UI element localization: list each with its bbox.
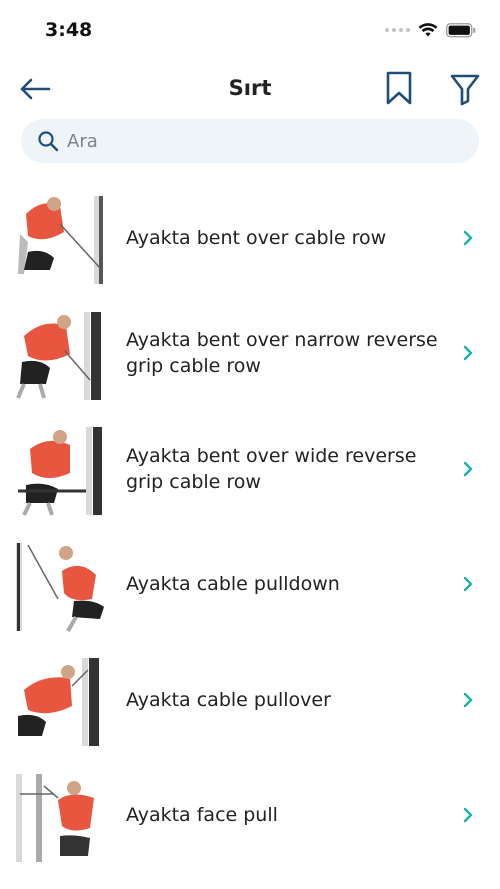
exercise-title: Ayakta bent over cable row — [126, 226, 387, 249]
search-bar[interactable] — [21, 119, 479, 163]
filter-button[interactable] — [449, 72, 481, 106]
exercise-thumbnail — [18, 427, 102, 516]
search-input[interactable] — [65, 129, 449, 153]
chevron-right-icon — [463, 346, 473, 361]
header: Sırt — [0, 66, 500, 112]
bookmark-icon — [386, 71, 412, 105]
bookmark-button[interactable] — [384, 70, 414, 106]
filter-icon — [450, 74, 480, 106]
exercise-thumbnail — [16, 773, 94, 862]
list-item[interactable]: Ayakta bent over narrow reverse grip cab… — [0, 296, 500, 412]
back-button[interactable] — [18, 73, 52, 105]
search-icon — [38, 131, 59, 152]
exercise-title: Ayakta cable pulldown — [126, 573, 340, 596]
list-item[interactable]: Ayakta bent over wide reverse grip cable… — [0, 411, 500, 527]
list-item[interactable]: Ayakta bent over cable row — [0, 180, 500, 296]
status-bar: 3:48 — [0, 0, 500, 60]
chevron-right-icon — [463, 461, 473, 476]
list-item[interactable]: Ayakta cable pulldown — [0, 527, 500, 643]
exercise-title: Ayakta bent over narrow reverse grip cab… — [126, 329, 438, 378]
chevron-right-icon — [463, 577, 473, 592]
exercise-thumbnail — [18, 196, 103, 284]
battery-icon — [446, 22, 476, 37]
list-item[interactable]: Ayakta cable pullover — [0, 642, 500, 758]
exercise-thumbnail — [16, 542, 104, 632]
status-icons — [385, 22, 476, 38]
list-item[interactable]: Ayakta face pull — [0, 758, 500, 874]
exercise-thumbnail — [16, 311, 101, 400]
chevron-right-icon — [463, 230, 473, 245]
exercise-title: Ayakta bent over wide reverse grip cable… — [126, 444, 417, 493]
exercise-title: Ayakta face pull — [126, 804, 278, 827]
page-title: Sırt — [228, 76, 272, 100]
wifi-icon — [418, 23, 438, 37]
chevron-right-icon — [463, 808, 473, 823]
cellular-signal-icon — [385, 28, 410, 32]
exercise-title: Ayakta cable pullover — [126, 688, 331, 711]
chevron-right-icon — [463, 692, 473, 707]
exercise-thumbnail — [18, 658, 99, 746]
exercise-list: Ayakta bent over cable row Ayakta bent o… — [0, 180, 500, 873]
status-time: 3:48 — [45, 19, 93, 41]
back-arrow-icon — [20, 78, 51, 100]
